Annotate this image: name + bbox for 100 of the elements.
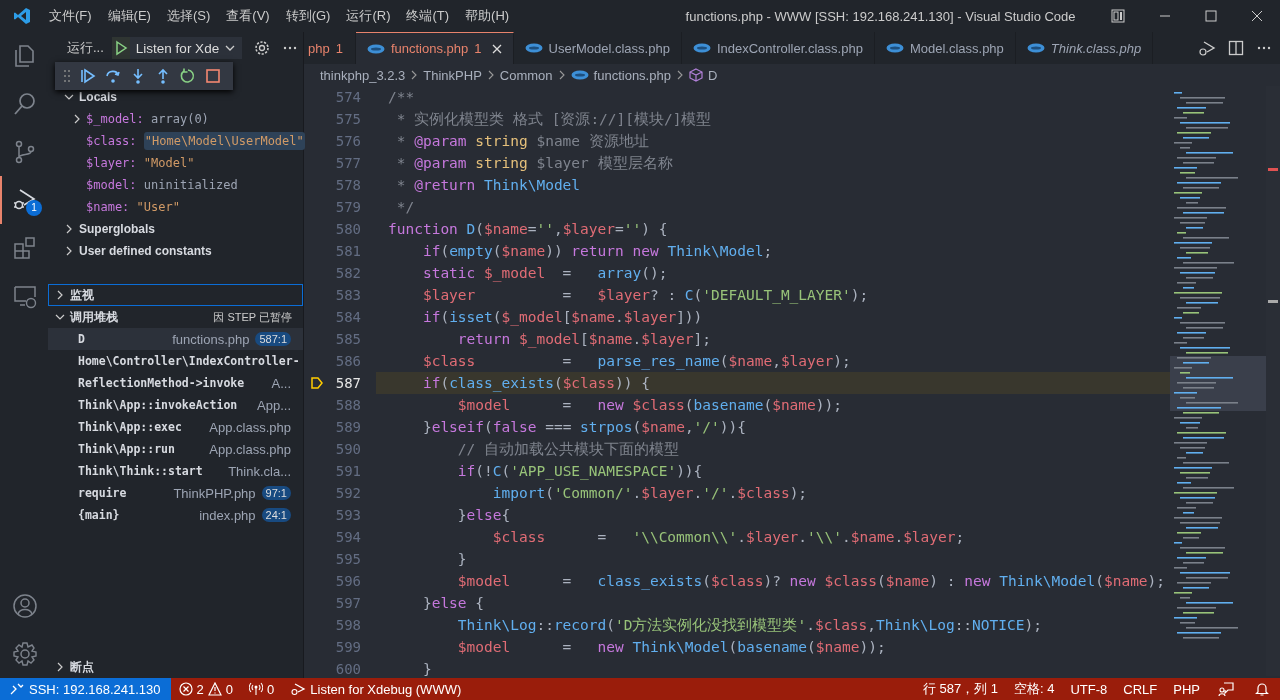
status-item[interactable]: PHP [1165, 681, 1208, 697]
menu-item[interactable]: 帮助(H) [457, 7, 518, 25]
editor-tab[interactable]: php 1 [304, 32, 356, 64]
code-line: Think\Log::record('D方法实例化没找到模型类'.$class,Think\Log::NOTICE); [456, 616, 1043, 635]
editor-tab[interactable]: UserModel.class.php [513, 32, 682, 64]
line-badge: 587:1 [255, 332, 291, 346]
code-line: if(!C('APP_USE_NAMESPACE')){ [456, 462, 704, 482]
code-line: * @param string $layer 模型层名称 [395, 154, 674, 173]
menu-item[interactable]: 转到(G) [277, 7, 339, 25]
stack-frame[interactable]: Home\Controller\IndexController- [48, 350, 303, 372]
menu-item[interactable]: 查看(V) [218, 7, 278, 25]
variable-item[interactable]: $model: uninitialized [48, 174, 303, 196]
line-number: 583 [335, 287, 361, 303]
menu-item[interactable]: 终端(T) [398, 7, 458, 25]
variable-item[interactable]: $_model: array(0) [48, 108, 303, 130]
menu-item[interactable]: 编辑(E) [99, 7, 159, 25]
breadcrumb-item[interactable]: Common [499, 67, 553, 83]
code-line: }else{ [456, 506, 512, 525]
line-number: 582 [335, 265, 361, 281]
code-line: $class = parse_res_name($name,$layer); [421, 352, 852, 372]
status-item[interactable]: CRLF [1115, 681, 1166, 697]
code-line: import('Common/'.$layer.'/'.$class); [491, 484, 809, 503]
scope-item[interactable]: Superglobals [48, 218, 303, 240]
line-number: 586 [335, 353, 361, 369]
stack-frame[interactable]: D functions.php 587:1 [48, 328, 303, 350]
line-number: 597 [335, 595, 361, 611]
stack-frame[interactable]: {main} index.php 24:1 [48, 504, 303, 526]
code-line: $model = new Think\Model(basename($name)); [456, 638, 887, 657]
editor-tab[interactable]: IndexController.class.php [681, 32, 875, 64]
stack-frame[interactable]: ReflectionMethod->invoke A... [48, 372, 303, 394]
debug-session-indicator[interactable]: Listen for Xdebug (WWW) [282, 681, 470, 697]
stack-frame[interactable]: require ThinkPHP.php 97:1 [48, 482, 303, 504]
line-number: 599 [335, 639, 361, 655]
code-line: * @return Think\Model [395, 176, 582, 195]
breakpoints-section-header[interactable]: 断点 [48, 656, 303, 678]
line-badge: 24:1 [261, 508, 291, 522]
line-number: 591 [335, 463, 361, 479]
stack-frame[interactable]: Think\App::run App.class.php [48, 438, 303, 460]
line-number: 588 [335, 397, 361, 413]
problems-indicator[interactable]: 2 0 [170, 681, 242, 697]
line-number: 575 [335, 111, 361, 127]
breadcrumb-item[interactable]: ThinkPHP [423, 67, 482, 83]
ports-indicator[interactable]: 0 [241, 681, 283, 697]
menu-item[interactable]: 运行(R) [338, 7, 399, 25]
watch-section-header[interactable]: 监视 [48, 284, 303, 306]
line-number: 589 [335, 419, 361, 435]
code-line: if(empty($name)) return new Think\Model; [421, 242, 774, 261]
stack-frame[interactable]: Think\App::invokeAction App... [48, 394, 303, 416]
code-line: } [456, 550, 468, 569]
code-line: function D($name='',$layer='') { [387, 220, 669, 239]
pause-status: 因 STEP 已暂停 [213, 309, 293, 325]
line-number: 593 [335, 507, 361, 523]
variable-item[interactable]: $layer: "Model" [48, 152, 303, 174]
call-stack-section-header[interactable]: 调用堆栈 因 STEP 已暂停 [48, 306, 303, 328]
code-line: } [421, 660, 433, 679]
line-number: 584 [335, 309, 361, 325]
notification-badge: 1 [26, 200, 42, 216]
breadcrumb-item[interactable]: thinkphp_3.2.3 [320, 67, 406, 83]
locals-scope[interactable]: Locals [48, 86, 303, 108]
code-line: * 实例化模型类 格式 [资源://][模块/]模型 [395, 110, 713, 129]
menu-item[interactable]: 文件(F) [41, 7, 100, 25]
line-number: 595 [335, 551, 361, 567]
code-line: return $_model[$name.$layer]; [456, 330, 713, 350]
line-badge: 97:1 [261, 486, 291, 500]
status-item[interactable]: 行 587，列 1 [914, 680, 1006, 698]
line-number: 574 [335, 89, 361, 105]
line-number: 600 [335, 661, 361, 677]
status-item[interactable]: 空格: 4 [1006, 680, 1063, 698]
line-number: 592 [335, 485, 361, 501]
code-line: }elseif(false === strpos($name,'/')){ [421, 418, 747, 437]
variable-item[interactable]: $name: "User" [48, 196, 303, 218]
breadcrumb-item[interactable]: functions.php [593, 67, 671, 83]
line-number: 576 [335, 133, 361, 149]
line-number: 585 [335, 331, 361, 347]
line-number: 578 [335, 177, 361, 193]
remote-indicator[interactable]: SSH: 192.168.241.130 [0, 678, 171, 700]
menu-item[interactable]: 选择(S) [158, 7, 219, 25]
line-number: 594 [335, 529, 361, 545]
run-view-title: 运行... [67, 39, 104, 57]
code-line: $class = '\\Common\\'.$layer.'\\'.$name.$layer; [491, 528, 966, 547]
code-line: if(isset($_model[$name.$layer])) [421, 308, 704, 328]
editor-tab[interactable]: Model.class.php [874, 32, 1016, 64]
scope-item[interactable]: User defined constants [48, 240, 303, 262]
breadcrumb-item[interactable]: D [707, 67, 718, 83]
debug-config-dropdown[interactable]: Listen for Xde [129, 37, 243, 59]
line-number: 577 [335, 155, 361, 171]
code-line: static $_model = array(); [421, 264, 669, 284]
code-line: */ [395, 198, 416, 217]
stack-frame[interactable]: Think\Think::start Think.cla... [48, 460, 303, 482]
editor-tab[interactable]: Think.class.php [1015, 32, 1154, 64]
line-number: 579 [335, 199, 361, 215]
editor-tab[interactable]: functions.php 1 [355, 32, 514, 64]
stack-frame[interactable]: Think\App::exec App.class.php [48, 416, 303, 438]
code-line: $model = class_exists($class)? new $class($name) : new Think\Model($name); [456, 572, 1167, 592]
code-line: $model = new $class(basename($name)); [456, 396, 843, 415]
line-number: 580 [335, 221, 361, 237]
line-number: 598 [335, 617, 361, 633]
code-line: // 自动加载公共模块下面的模型 [456, 440, 681, 459]
line-number: 581 [335, 243, 361, 259]
status-item[interactable]: UTF-8 [1062, 681, 1116, 697]
